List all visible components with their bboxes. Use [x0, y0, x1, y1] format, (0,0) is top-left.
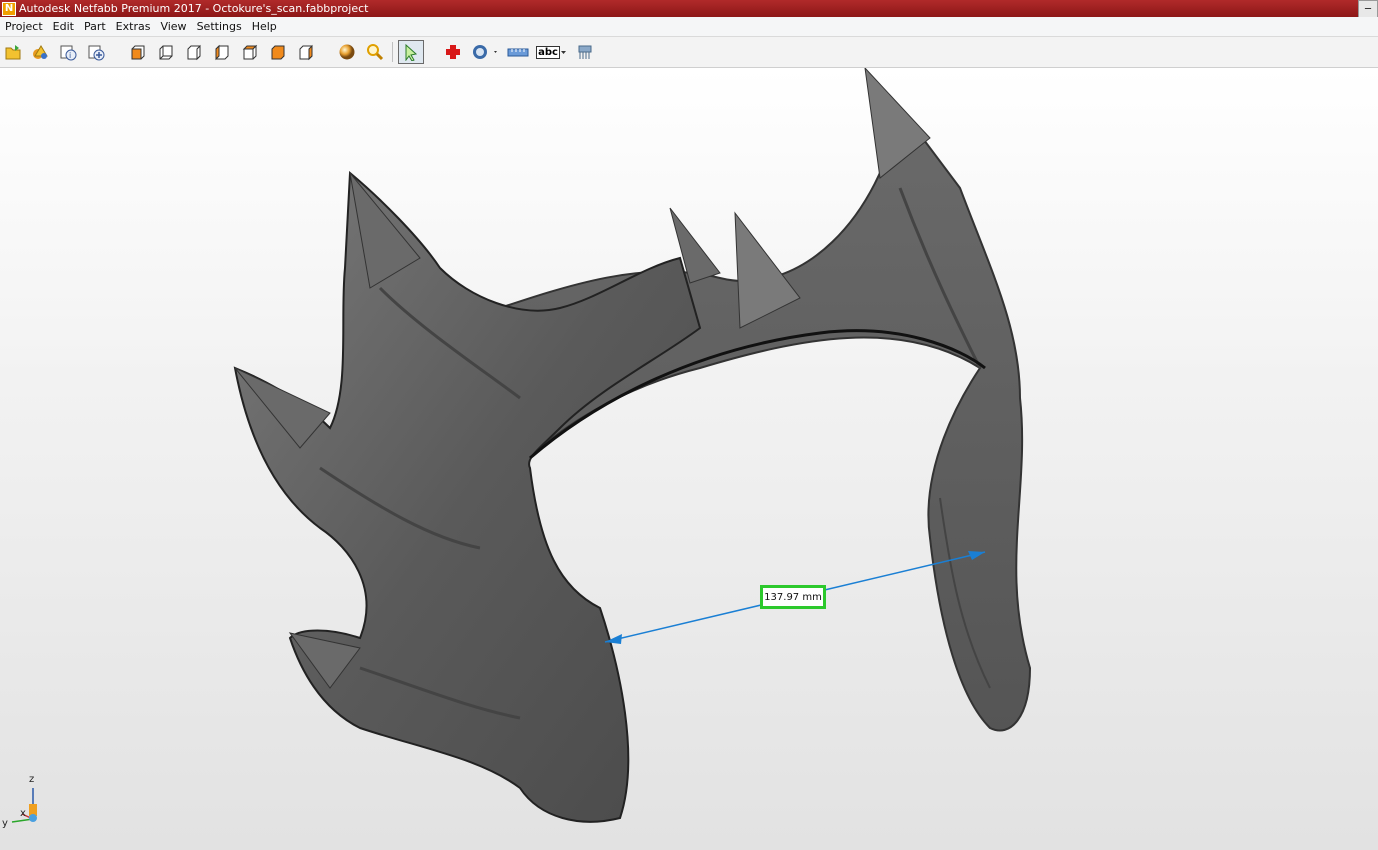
add-part-icon[interactable]: [29, 41, 51, 63]
menu-project[interactable]: Project: [0, 20, 48, 33]
view-top-icon[interactable]: [239, 41, 261, 63]
sphere-shading-icon[interactable]: [336, 41, 358, 63]
menu-help[interactable]: Help: [247, 20, 282, 33]
menu-extras[interactable]: Extras: [111, 20, 156, 33]
toolbar-separator: [392, 42, 393, 62]
view-right-icon[interactable]: [211, 41, 233, 63]
view-bottom-icon[interactable]: [267, 41, 289, 63]
window-control-button[interactable]: ─: [1358, 0, 1378, 18]
repair-cross-icon[interactable]: [442, 41, 464, 63]
support-icon[interactable]: [574, 41, 596, 63]
add-part-plus-icon[interactable]: [85, 41, 107, 63]
axis-x-label: x: [20, 808, 26, 819]
netfabb-logo-icon: N: [2, 1, 16, 16]
title-bar: N Autodesk Netfabb Premium 2017 - Octoku…: [0, 0, 1378, 18]
window-title: Autodesk Netfabb Premium 2017 - Octokure…: [19, 2, 369, 15]
axis-y-label: y: [2, 818, 8, 829]
zoom-icon[interactable]: [364, 41, 386, 63]
menu-settings[interactable]: Settings: [192, 20, 247, 33]
3d-viewport[interactable]: 137.97 mm z x y: [0, 68, 1378, 850]
open-project-icon[interactable]: [2, 41, 24, 63]
select-pointer-icon[interactable]: [398, 40, 424, 64]
toolbar: i abc: [0, 37, 1378, 68]
menu-bar: Project Edit Part Extras View Settings H…: [0, 17, 1378, 37]
view-iso-icon[interactable]: [295, 41, 317, 63]
section-view-icon[interactable]: [470, 41, 500, 63]
svg-text:i: i: [69, 51, 71, 60]
view-back-icon[interactable]: [155, 41, 177, 63]
part-info-icon[interactable]: i: [57, 41, 79, 63]
menu-view[interactable]: View: [155, 20, 191, 33]
view-left-icon[interactable]: [183, 41, 205, 63]
model-canvas[interactable]: [0, 68, 1378, 850]
measurement-label[interactable]: 137.97 mm: [760, 585, 826, 609]
view-front-icon[interactable]: [127, 41, 149, 63]
menu-part[interactable]: Part: [79, 20, 111, 33]
3d-model-crown[interactable]: [233, 68, 1032, 823]
axis-z-label: z: [29, 774, 35, 785]
axis-indicator: z x y: [0, 774, 50, 834]
ruler-measure-icon[interactable]: [507, 41, 529, 63]
text-label-icon[interactable]: abc: [535, 41, 569, 63]
menu-edit[interactable]: Edit: [48, 20, 79, 33]
text-label-icon-text: abc: [536, 45, 560, 59]
